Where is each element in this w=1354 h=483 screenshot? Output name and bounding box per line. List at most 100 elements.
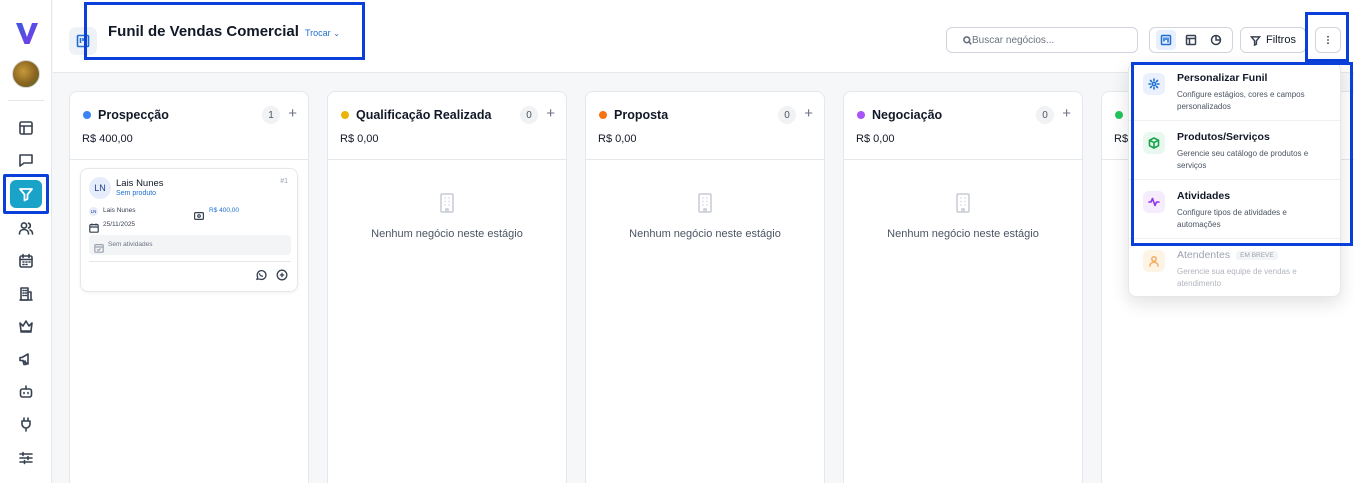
stage-header: Prospecção 1 + R$ 400,00 <box>70 92 308 160</box>
whatsapp-icon[interactable] <box>255 268 267 281</box>
sidebar-item-settings[interactable] <box>16 448 36 468</box>
sidebar-item-premium[interactable] <box>16 316 36 336</box>
stage-color-dot <box>599 111 607 119</box>
sidebar-item-calendar[interactable] <box>16 251 36 271</box>
app-logo[interactable] <box>14 20 40 46</box>
add-deal-button[interactable]: + <box>288 105 297 123</box>
stage-header: Qualificação Realizada 0 + R$ 0,00 <box>328 92 566 160</box>
empty-state-text: Nenhum negócio neste estágio <box>887 228 1039 240</box>
owner-avatar: LN <box>89 207 98 216</box>
deal-date: 25/11/2025 <box>103 221 136 228</box>
table-view-button[interactable] <box>1181 30 1201 50</box>
sidebar-item-chat[interactable] <box>16 150 36 170</box>
funnel-icon <box>19 188 33 202</box>
stage-count: 0 <box>1036 106 1054 124</box>
filter-icon <box>1250 35 1262 46</box>
user-avatar[interactable] <box>12 60 40 88</box>
switch-funnel-button[interactable]: Trocar ⌄ <box>305 28 340 38</box>
coming-soon-badge: EM BREVE <box>1236 250 1278 260</box>
filters-label: Filtros <box>1266 34 1296 46</box>
add-deal-button[interactable]: + <box>804 105 813 123</box>
menu-highlight <box>1131 62 1353 246</box>
stage-column: Proposta 0 + R$ 0,00 Nenhum negócio nest… <box>585 91 825 483</box>
building-icon <box>695 192 715 214</box>
sidebar-item-campaigns[interactable] <box>16 349 36 369</box>
deal-card[interactable]: LN Lais Nunes Sem produto #1 LN Lais Nun… <box>80 168 298 292</box>
deal-owner: Lais Nunes <box>103 207 136 214</box>
user-icon <box>1143 250 1165 272</box>
building-icon <box>953 192 973 214</box>
stage-count: 0 <box>520 106 538 124</box>
search-input[interactable] <box>972 34 1122 46</box>
empty-state: Nenhum negócio neste estágio <box>328 192 566 242</box>
sidebar <box>0 0 52 483</box>
search-icon <box>963 35 972 45</box>
deal-number: #1 <box>280 178 288 185</box>
stage-column: Negociação 0 + R$ 0,00 Nenhum negócio ne… <box>843 91 1083 483</box>
building-icon <box>19 287 33 301</box>
chat-icon <box>19 154 33 167</box>
add-deal-button[interactable]: + <box>546 105 555 123</box>
stage-total: R$ 0,00 <box>856 133 895 145</box>
building-icon <box>437 192 457 214</box>
search-box[interactable] <box>946 27 1138 53</box>
calendar-check-icon <box>94 240 104 253</box>
stage-header: Proposta 0 + R$ 0,00 <box>586 92 824 160</box>
sidebar-item-funnel[interactable] <box>10 180 42 208</box>
kanban-view-button[interactable] <box>1156 30 1177 50</box>
menu-item-agents: Atendentes EM BREVE Gerencie sua equipe d… <box>1129 240 1340 298</box>
pie-chart-icon <box>1210 34 1221 46</box>
stage-color-dot <box>341 111 349 119</box>
users-icon <box>18 222 34 235</box>
stage-name: Prospecção <box>98 108 169 122</box>
deal-product[interactable]: Sem produto <box>116 190 156 197</box>
crown-icon <box>19 320 33 333</box>
sliders-icon <box>19 451 33 465</box>
stage-color-dot <box>83 111 91 119</box>
stage-header: Negociação 0 + R$ 0,00 <box>844 92 1082 160</box>
stage-total: R$ 0,00 <box>340 133 379 145</box>
filters-button[interactable]: Filtros <box>1240 27 1306 53</box>
deal-activities-text: Sem atividades <box>108 241 153 248</box>
sidebar-item-bot[interactable] <box>16 382 36 402</box>
stage-color-dot <box>1115 111 1123 119</box>
chart-view-button[interactable] <box>1206 30 1226 50</box>
sidebar-divider <box>8 100 44 101</box>
kanban-icon <box>1161 34 1172 46</box>
menu-item-title: Atendentes EM BREVE <box>1177 249 1278 261</box>
calendar-icon <box>89 220 99 233</box>
stage-count: 1 <box>262 106 280 124</box>
add-deal-button[interactable]: + <box>1062 105 1071 123</box>
more-options-button[interactable] <box>1315 27 1341 53</box>
stage-name: Proposta <box>614 108 669 122</box>
add-activity-icon[interactable] <box>276 268 288 281</box>
stage-color-dot <box>857 111 865 119</box>
stage-name: Qualificação Realizada <box>356 108 492 122</box>
view-switcher <box>1149 27 1233 53</box>
sidebar-item-integrations[interactable] <box>16 414 36 434</box>
empty-state-text: Nenhum negócio neste estágio <box>371 228 523 240</box>
deal-value: R$ 400,00 <box>209 207 239 214</box>
plug-icon <box>21 417 31 432</box>
bot-icon <box>19 385 33 398</box>
sidebar-item-contacts[interactable] <box>16 218 36 238</box>
menu-item-title-text: Atendentes <box>1177 249 1231 261</box>
megaphone-icon <box>19 353 29 366</box>
stage-count: 0 <box>778 106 796 124</box>
calendar-icon <box>19 253 33 268</box>
sidebar-item-companies[interactable] <box>16 284 36 304</box>
more-vertical-icon <box>1327 35 1329 45</box>
switch-funnel-label: Trocar <box>305 28 331 38</box>
stage-column: Qualificação Realizada 0 + R$ 0,00 Nenhu… <box>327 91 567 483</box>
menu-item-desc: Gerencie sua equipe de vendas e atendime… <box>1177 267 1297 288</box>
table-icon <box>1185 34 1197 46</box>
deal-activities[interactable]: Sem atividades <box>89 235 291 255</box>
stage-total: R$ 0,00 <box>598 133 637 145</box>
sidebar-item-dashboard[interactable] <box>16 118 36 138</box>
stage-total: R$ 400,00 <box>82 133 133 145</box>
stage-name: Negociação <box>872 108 943 122</box>
stage-total: R$ <box>1114 133 1129 145</box>
empty-state: Nenhum negócio neste estágio <box>844 192 1082 242</box>
money-icon <box>194 207 205 221</box>
empty-state: Nenhum negócio neste estágio <box>586 192 824 242</box>
